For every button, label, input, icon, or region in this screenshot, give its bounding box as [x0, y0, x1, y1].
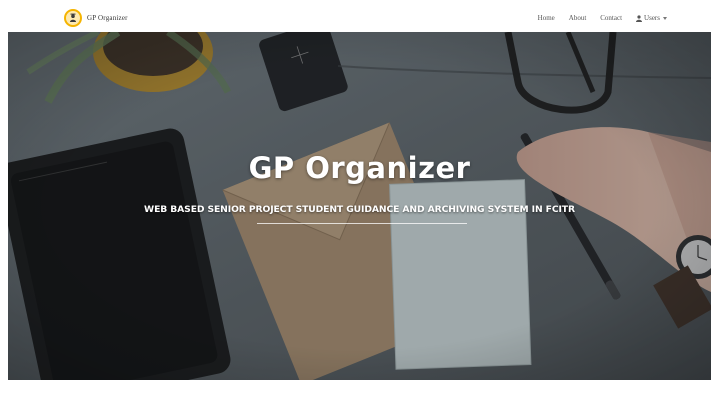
hero-banner: GP Organizer WEB BASED SENIOR PROJECT ST…: [8, 32, 711, 380]
hero-title: GP Organizer: [248, 151, 471, 185]
brand-name: GP Organizer: [87, 14, 128, 22]
hero-divider: [257, 223, 467, 224]
nav-about-link[interactable]: About: [569, 14, 587, 22]
page: GP Organizer Home About Contact Users GP…: [0, 0, 711, 401]
nav-users-dropdown[interactable]: Users: [636, 14, 667, 22]
top-navbar: GP Organizer Home About Contact Users: [8, 4, 711, 32]
caret-down-icon: [663, 16, 667, 20]
nav-contact-link[interactable]: Contact: [600, 14, 622, 22]
brand-link[interactable]: GP Organizer: [64, 7, 128, 29]
graduate-logo-icon: [64, 9, 82, 27]
nav-home-link[interactable]: Home: [538, 14, 555, 22]
content-area: [8, 380, 711, 401]
nav-users-label: Users: [644, 14, 660, 22]
nav-links: Home About Contact Users: [524, 4, 667, 32]
user-icon: [636, 14, 643, 22]
hero-subtitle: WEB BASED SENIOR PROJECT STUDENT GUIDANC…: [144, 204, 575, 215]
